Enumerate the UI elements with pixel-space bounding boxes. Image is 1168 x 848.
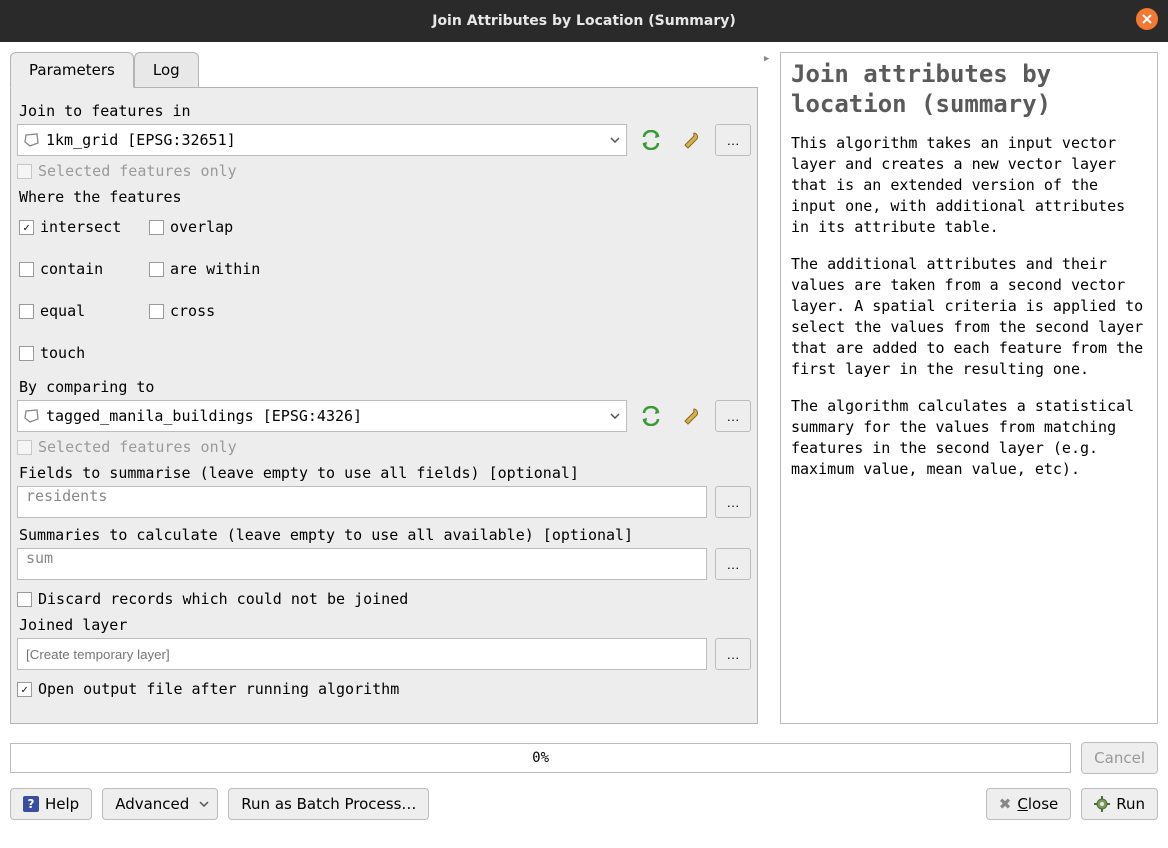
compare-layer-combo[interactable]: tagged_manila_buildings [EPSG:4326] bbox=[17, 400, 627, 432]
polygon-layer-icon bbox=[24, 132, 40, 148]
predicate-intersect-label: intersect bbox=[40, 218, 121, 236]
label-fields-summarise: Fields to summarise (leave empty to use … bbox=[19, 464, 749, 482]
titlebar: Join Attributes by Location (Summary) bbox=[0, 0, 1168, 42]
label-selected-only-2: Selected features only bbox=[38, 438, 237, 456]
browse-compare-button[interactable]: … bbox=[715, 400, 751, 432]
progress-text: 0% bbox=[532, 750, 549, 766]
label-selected-only-1: Selected features only bbox=[38, 162, 237, 180]
advanced-button-label: Advanced bbox=[115, 795, 189, 813]
tab-parameters[interactable]: Parameters bbox=[10, 52, 134, 88]
wrench-icon bbox=[681, 130, 701, 150]
label-where: Where the features bbox=[19, 188, 749, 206]
batch-button[interactable]: Run as Batch Process… bbox=[228, 788, 429, 820]
iterate-button[interactable] bbox=[635, 124, 667, 156]
run-button[interactable]: Run bbox=[1081, 788, 1158, 820]
label-joined-layer: Joined layer bbox=[19, 616, 749, 634]
cancel-button: Cancel bbox=[1081, 742, 1158, 774]
browse-input-button[interactable]: … bbox=[715, 124, 751, 156]
help-title: Join attributes by location (summary) bbox=[791, 59, 1147, 119]
tab-bar: Parameters Log bbox=[10, 52, 758, 88]
fields-input-value: residents bbox=[26, 487, 107, 505]
predicate-contain-label: contain bbox=[40, 260, 103, 278]
label-summaries: Summaries to calculate (leave empty to u… bbox=[19, 526, 749, 544]
polygon-layer-icon-2 bbox=[24, 408, 40, 424]
selected-only-2-checkbox bbox=[17, 440, 32, 455]
summaries-input[interactable]: sum bbox=[17, 548, 707, 580]
predicate-touch-label: touch bbox=[40, 344, 85, 362]
iterate-button-2[interactable] bbox=[635, 400, 667, 432]
label-by-comparing: By comparing to bbox=[19, 378, 749, 396]
browse-fields-button[interactable]: … bbox=[715, 486, 751, 518]
label-join-to: Join to features in bbox=[19, 102, 749, 120]
close-button-label: Close bbox=[1017, 795, 1058, 813]
predicates-grid: intersect overlap contain are within equ… bbox=[19, 212, 751, 368]
label-open-output: Open output file after running algorithm bbox=[38, 680, 399, 698]
selected-only-1-checkbox bbox=[17, 164, 32, 179]
predicate-overlap-label: overlap bbox=[170, 218, 233, 236]
window-title: Join Attributes by Location (Summary) bbox=[432, 13, 736, 29]
predicate-equal-checkbox[interactable] bbox=[19, 304, 34, 319]
close-button[interactable]: ✖ Close bbox=[986, 788, 1071, 820]
iterate-icon bbox=[640, 406, 662, 426]
predicate-cross-label: cross bbox=[170, 302, 215, 320]
wrench-icon bbox=[681, 406, 701, 426]
browse-summaries-button[interactable]: … bbox=[715, 548, 751, 580]
chevron-down-icon-2 bbox=[610, 413, 620, 419]
advanced-button[interactable]: Advanced bbox=[102, 788, 218, 820]
compare-layer-value: tagged_manila_buildings [EPSG:4326] bbox=[46, 407, 362, 425]
predicate-touch-checkbox[interactable] bbox=[19, 346, 34, 361]
help-paragraph-2: The additional attributes and their valu… bbox=[791, 254, 1147, 380]
predicate-intersect-checkbox[interactable] bbox=[19, 220, 34, 235]
predicate-within-checkbox[interactable] bbox=[149, 262, 164, 277]
predicate-contain-checkbox[interactable] bbox=[19, 262, 34, 277]
settings-button-2[interactable] bbox=[675, 400, 707, 432]
predicate-cross-checkbox[interactable] bbox=[149, 304, 164, 319]
help-paragraph-1: This algorithm takes an input vector lay… bbox=[791, 133, 1147, 238]
fields-input[interactable]: residents bbox=[17, 486, 707, 518]
browse-output-button[interactable]: … bbox=[715, 638, 751, 670]
discard-checkbox[interactable] bbox=[17, 592, 32, 607]
predicate-overlap-checkbox[interactable] bbox=[149, 220, 164, 235]
iterate-icon bbox=[640, 130, 662, 150]
help-button-label: Help bbox=[45, 795, 79, 813]
predicate-within-label: are within bbox=[170, 260, 260, 278]
parameters-panel: Join to features in 1km_grid [EPSG:32651… bbox=[10, 87, 758, 724]
help-panel: Join attributes by location (summary) Th… bbox=[780, 52, 1158, 724]
close-x-icon: ✖ bbox=[999, 795, 1012, 813]
run-button-label: Run bbox=[1116, 795, 1145, 813]
label-discard: Discard records which could not be joine… bbox=[38, 590, 408, 608]
gear-icon bbox=[1094, 796, 1110, 812]
input-layer-value: 1km_grid [EPSG:32651] bbox=[46, 131, 236, 149]
summaries-input-value: sum bbox=[26, 549, 53, 567]
settings-button-1[interactable] bbox=[675, 124, 707, 156]
chevron-down-icon-3 bbox=[199, 801, 209, 807]
chevron-down-icon bbox=[610, 137, 620, 143]
help-icon: ? bbox=[23, 796, 39, 812]
help-paragraph-3: The algorithm calculates a statistical s… bbox=[791, 396, 1147, 480]
close-icon bbox=[1141, 13, 1153, 25]
help-button[interactable]: ? Help bbox=[10, 788, 92, 820]
tab-log[interactable]: Log bbox=[134, 52, 199, 88]
open-output-checkbox[interactable] bbox=[17, 682, 32, 697]
predicate-equal-label: equal bbox=[40, 302, 85, 320]
output-input[interactable] bbox=[17, 638, 707, 670]
window-close-button[interactable] bbox=[1136, 8, 1158, 30]
progress-bar: 0% bbox=[10, 743, 1071, 773]
splitter-handle[interactable] bbox=[764, 52, 774, 724]
input-layer-combo[interactable]: 1km_grid [EPSG:32651] bbox=[17, 124, 627, 156]
